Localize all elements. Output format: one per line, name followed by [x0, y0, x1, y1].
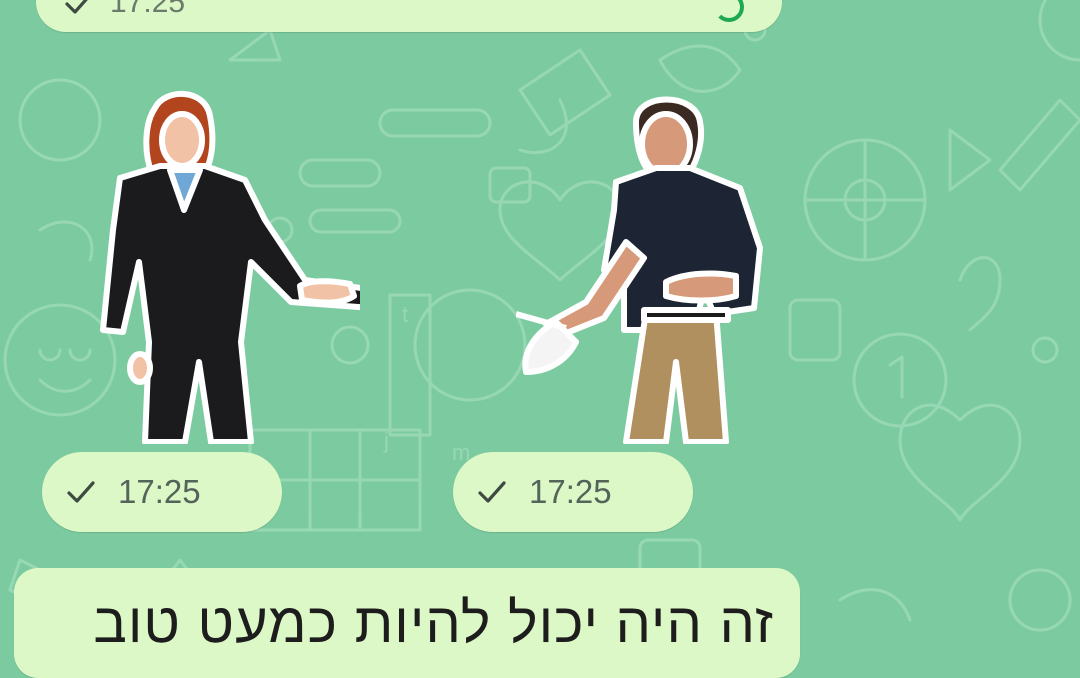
check-icon: [67, 481, 95, 503]
sticker-woman-meta: 17:25: [42, 452, 282, 532]
svg-text:t: t: [402, 302, 408, 327]
sticker-man-time: 17:25: [529, 473, 612, 510]
message-text: זה היה יכול להיות כמעט טוב: [93, 591, 774, 654]
check-icon: [65, 0, 88, 14]
sticker-man-meta: 17:25: [453, 452, 693, 532]
check-icon: [478, 481, 506, 503]
svg-text:j: j: [383, 428, 389, 453]
previous-message-bubble[interactable]: 17:25: [36, 0, 782, 32]
previous-message-time: 17:25: [110, 0, 186, 19]
previous-message-meta: 17:25: [62, 0, 185, 20]
reaction-icon[interactable]: [714, 0, 744, 22]
sticker-woman-gesturing[interactable]: [100, 88, 360, 444]
sticker-woman-time: 17:25: [118, 473, 201, 510]
text-message-bubble[interactable]: זה היה יכול להיות כמעט טוב: [14, 568, 800, 678]
sticker-man-gesturing[interactable]: [516, 92, 766, 444]
